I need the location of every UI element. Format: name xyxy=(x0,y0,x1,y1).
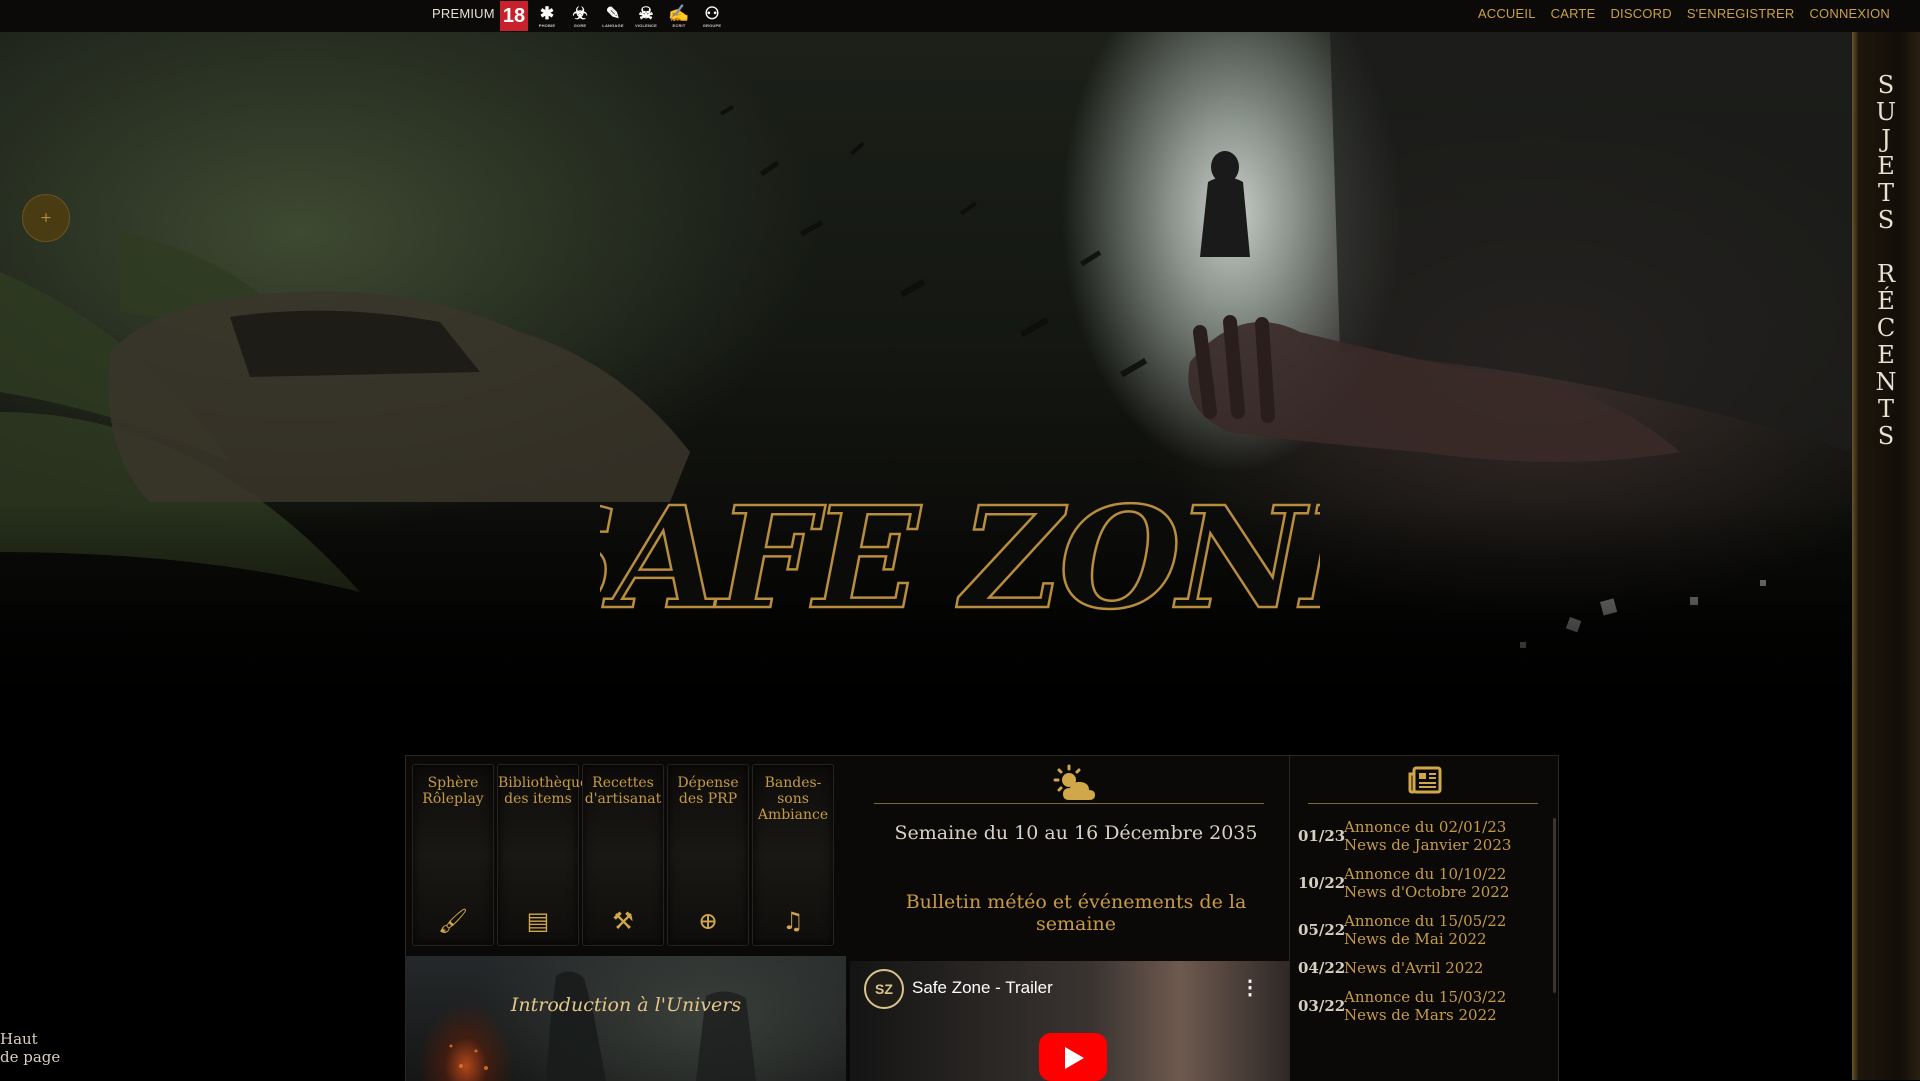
safe-zone-logo: SAFE ZONE xyxy=(600,482,1320,642)
tab-label: Bibliothèque des items xyxy=(498,775,589,807)
news-date: 10/22 xyxy=(1298,874,1346,892)
top-bar: PREMIUM 18 ✱ PHOBIE ☣ GORE ✎ LANGAGE ☠ VIOLE… xyxy=(0,0,1920,32)
book-icon: ▤ xyxy=(526,907,550,935)
top-navigation: ACCUEIL CARTE DISCORD S'ENREGISTRER CONN… xyxy=(1478,6,1890,21)
news-list: 01/23 Annonce du 02/01/23 News de Janvier… xyxy=(1298,818,1548,1035)
news-item[interactable]: 05/22 Annonce du 15/05/22 News de Mai 202… xyxy=(1298,912,1548,948)
channel-avatar[interactable]: SZ xyxy=(864,969,904,1009)
week-label: Semaine du 10 au 16 Décembre 2035 xyxy=(894,822,1258,844)
nav-carte[interactable]: CARTE xyxy=(1551,6,1596,21)
tab-bibliotheque-items[interactable]: Bibliothèque des items ▤ xyxy=(497,764,589,946)
group-icon: ⚇ GROUPE xyxy=(702,3,722,28)
tab-sphere-roleplay[interactable]: Sphère Rôleplay 🖌 xyxy=(412,764,494,946)
back-to-top-line2: de page xyxy=(0,1048,61,1066)
news-text: Annonce du 15/05/22 News de Mai 2022 xyxy=(1344,912,1507,948)
intro-title: Introduction à l'Univers xyxy=(510,994,742,1016)
writing-icon: ✍ ECRIT xyxy=(668,3,690,28)
news-divider xyxy=(1308,803,1538,804)
more-options-icon[interactable]: ⋮ xyxy=(1240,975,1260,1000)
tab-depense-prp[interactable]: Dépense des PRP ⊕ xyxy=(667,764,749,946)
news-date: 05/22 xyxy=(1298,921,1346,939)
recent-topics-rail[interactable]: SUJETS RÉCENTS xyxy=(1852,32,1920,1080)
news-item[interactable]: 04/22 News d'Avril 2022 xyxy=(1298,959,1548,977)
video-title[interactable]: Safe Zone - Trailer xyxy=(912,978,1053,998)
weather-bulletin: Semaine du 10 au 16 Décembre 2035 Bullet… xyxy=(866,756,1286,956)
main-panel: Sphère Rôleplay 🖌 Bibliothèque des items… xyxy=(405,755,1559,1081)
back-to-top-link[interactable]: Haut de page xyxy=(0,1030,60,1066)
youtube-embed[interactable]: SZ Safe Zone - Trailer ⋮ xyxy=(850,961,1290,1081)
back-to-top-line1: Haut xyxy=(0,1030,38,1048)
tools-icon: ⚒ xyxy=(612,907,634,935)
intro-universe-card[interactable]: Introduction à l'Univers xyxy=(406,956,846,1081)
violence-icon: ☠ VIOLENCE xyxy=(634,3,658,28)
tab-label: Recettes d'artisanat xyxy=(584,775,662,807)
tab-label: Bandes-sons Ambiance xyxy=(757,775,829,823)
plus-circle-icon: ⊕ xyxy=(697,907,719,935)
nav-accueil[interactable]: ACCUEIL xyxy=(1478,6,1536,21)
tab-label: Sphère Rôleplay xyxy=(422,775,484,807)
intro-scenery xyxy=(449,971,756,1081)
news-item[interactable]: 01/23 Annonce du 02/01/23 News de Janvier… xyxy=(1298,818,1548,854)
nav-discord[interactable]: DISCORD xyxy=(1610,6,1671,21)
tab-bandes-sons[interactable]: Bandes-sons Ambiance ♫ xyxy=(752,764,834,946)
news-text: Annonce du 10/10/22 News d'Octobre 2022 xyxy=(1344,865,1510,901)
gore-icon: ☣ GORE xyxy=(572,3,588,28)
news-date: 03/22 xyxy=(1298,997,1346,1015)
newspaper-icon xyxy=(1408,766,1442,794)
spider-icon: ✱ PHOBIE xyxy=(538,3,556,28)
brush-icon: 🖌 xyxy=(437,907,469,935)
news-text: Annonce du 02/01/23 News de Janvier 2023 xyxy=(1344,818,1512,854)
news-date: 01/23 xyxy=(1298,827,1346,845)
hero-banner: SAFE ZONE + xyxy=(0,32,1852,722)
news-scrollbar[interactable] xyxy=(1553,818,1556,993)
tab-label: Dépense des PRP xyxy=(677,775,739,807)
music-icon: ♫ xyxy=(782,907,804,935)
news-item[interactable]: 10/22 Annonce du 10/10/22 News d'Octobre … xyxy=(1298,865,1548,901)
recent-topics-title: SUJETS RÉCENTS xyxy=(1875,71,1897,450)
speech-icon: ✎ LANGAGE xyxy=(602,3,624,28)
play-button[interactable] xyxy=(1039,1033,1107,1081)
logo-text: SAFE ZONE xyxy=(600,482,1320,641)
premium-label[interactable]: PREMIUM xyxy=(432,6,495,21)
nav-login[interactable]: CONNEXION xyxy=(1809,6,1890,21)
sun-cloud-icon xyxy=(1053,764,1095,800)
nav-register[interactable]: S'ENREGISTRER xyxy=(1687,6,1795,21)
quick-tabs: Sphère Rôleplay 🖌 Bibliothèque des items… xyxy=(412,764,834,946)
weather-bulletin-link[interactable]: Bulletin météo et événements de la semai… xyxy=(866,891,1286,935)
expand-button[interactable]: + xyxy=(22,194,70,242)
news-column: 01/23 Annonce du 02/01/23 News de Janvier… xyxy=(1289,756,1558,1081)
age-18-badge: 18 xyxy=(500,1,528,31)
content-warning-badges: 18 ✱ PHOBIE ☣ GORE ✎ LANGAGE ☠ VIOLENCE ✍ ECR… xyxy=(500,0,726,32)
news-text: News d'Avril 2022 xyxy=(1344,959,1484,977)
news-date: 04/22 xyxy=(1298,959,1346,977)
news-text: Annonce du 15/03/22 News de Mars 2022 xyxy=(1344,988,1507,1024)
tab-recettes-artisanat[interactable]: Recettes d'artisanat ⚒ xyxy=(582,764,664,946)
weather-divider xyxy=(874,803,1264,804)
news-item[interactable]: 03/22 Annonce du 15/03/22 News de Mars 20… xyxy=(1298,988,1548,1024)
